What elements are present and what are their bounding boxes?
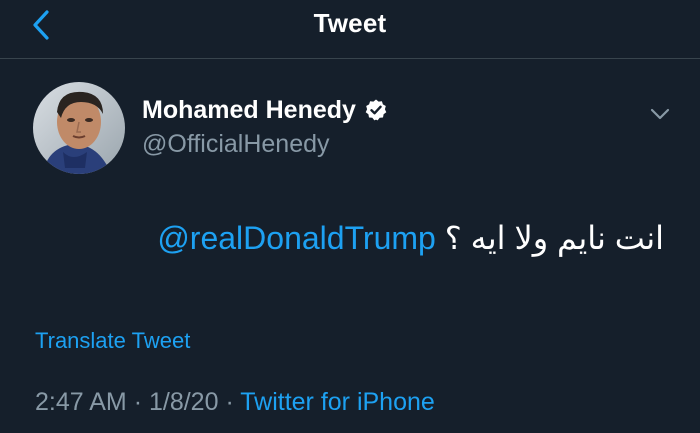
tweet-body: انت نايم ولا ايه ؟ [444, 220, 664, 256]
author-handle[interactable]: @OfficialHenedy [142, 130, 388, 159]
tweet-header: Mohamed Henedy @OfficialHenedy [0, 80, 700, 180]
more-options-button[interactable] [646, 102, 674, 126]
avatar-image [33, 82, 125, 174]
tweet-date: 1/8/20 [148, 388, 219, 416]
translate-tweet-link[interactable]: Translate Tweet [35, 328, 190, 354]
tweet-source-link[interactable]: Twitter for iPhone [240, 388, 435, 416]
nav-bar: Tweet [0, 0, 700, 59]
display-name-row: Mohamed Henedy [142, 94, 388, 126]
mention-link[interactable]: @realDonaldTrump [157, 220, 436, 256]
tweet-time: 2:47 AM [35, 388, 127, 416]
tweet-meta: 2:47 AM · 1/8/20 · Twitter for iPhone [35, 388, 435, 417]
meta-separator: · [133, 388, 143, 416]
display-name[interactable]: Mohamed Henedy [142, 96, 356, 125]
page-title: Tweet [313, 8, 387, 38]
verified-badge-icon [365, 99, 387, 121]
avatar[interactable] [33, 82, 125, 174]
meta-separator-2: · [225, 388, 234, 416]
tweet-text: @realDonaldTrump انت نايم ولا ايه ؟ [157, 216, 664, 260]
author-info[interactable]: Mohamed Henedy @OfficialHenedy [142, 94, 388, 159]
chevron-down-icon [650, 108, 670, 120]
tweet-detail-screen: Tweet Mohamed Henedy @OfficialHenedy @re… [0, 0, 700, 433]
